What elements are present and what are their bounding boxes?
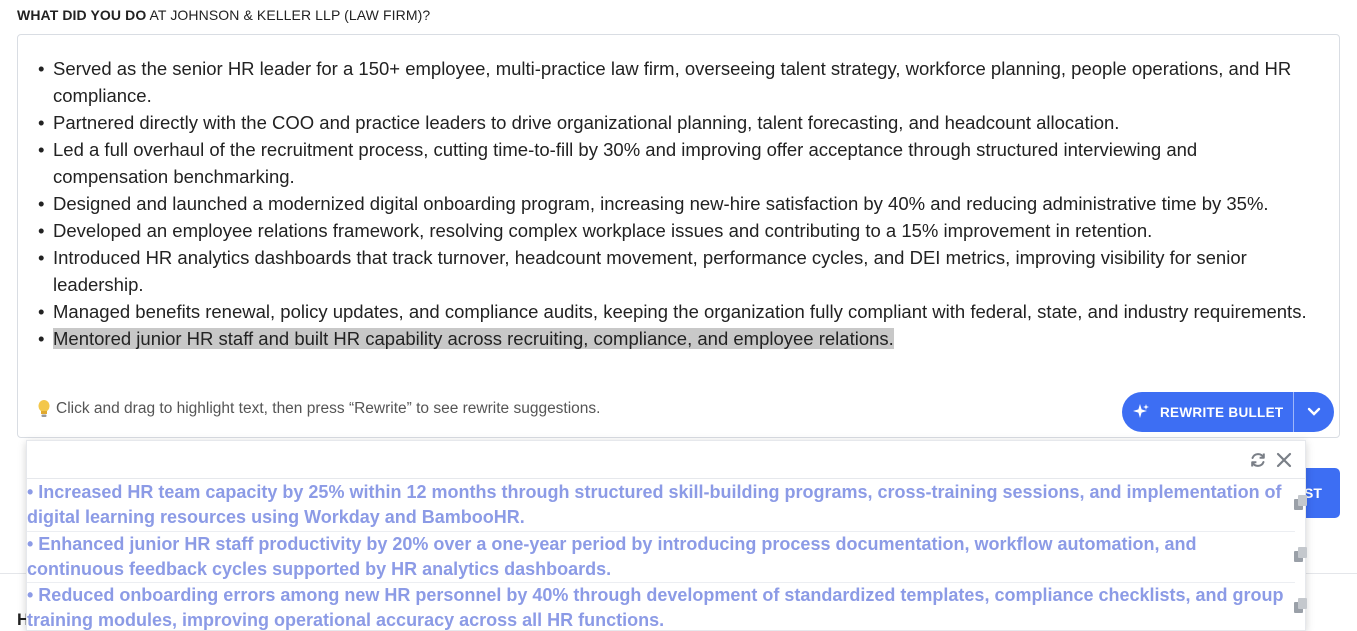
suggestion-text: • Increased HR team capacity by 25% with…	[27, 482, 1282, 527]
close-icon[interactable]	[1275, 451, 1293, 469]
hint-text: Click and drag to highlight text, then p…	[56, 400, 601, 417]
bullet-item[interactable]: Partnered directly with the COO and prac…	[38, 109, 1308, 136]
sparkle-icon	[1133, 404, 1149, 418]
rewrite-dropdown-toggle[interactable]	[1294, 392, 1334, 432]
rewrite-hint: Click and drag to highlight text, then p…	[36, 399, 600, 419]
suggestion-item[interactable]: • Reduced onboarding errors among new HR…	[27, 582, 1307, 631]
bullet-item[interactable]: Led a full overhaul of the recruitment p…	[38, 136, 1308, 190]
bullet-item[interactable]: Designed and launched a modernized digit…	[38, 190, 1308, 217]
suggestion-item[interactable]: • Increased HR team capacity by 25% with…	[27, 480, 1307, 530]
refresh-icon[interactable]	[1249, 451, 1267, 469]
rewrite-suggestions-popup: • Increased HR team capacity by 25% with…	[26, 440, 1307, 631]
bullet-item[interactable]: Introduced HR analytics dashboards that …	[38, 244, 1308, 298]
highlighted-text[interactable]: Mentored junior HR staff and built HR ca…	[53, 328, 894, 349]
bullet-item[interactable]: Developed an employee relations framewor…	[38, 217, 1308, 244]
question-rest: AT JOHNSON & KELLER LLP (LAW FIRM)?	[146, 7, 431, 23]
rewrite-label: REWRITE BULLET	[1160, 404, 1284, 420]
lightbulb-icon	[38, 400, 50, 417]
bullet-item[interactable]: Managed benefits renewal, policy updates…	[38, 298, 1308, 325]
bullet-item-selected[interactable]: Mentored junior HR staff and built HR ca…	[38, 325, 1308, 352]
rewrite-main-action[interactable]: REWRITE BULLET	[1122, 392, 1294, 432]
popup-header	[27, 441, 1305, 479]
suggestion-item[interactable]: • Enhanced junior HR staff productivity …	[27, 531, 1307, 582]
chevron-down-icon	[1307, 407, 1321, 416]
bullet-editor[interactable]: Served as the senior HR leader for a 150…	[17, 34, 1340, 438]
rewrite-bullet-button[interactable]: REWRITE BULLET	[1122, 392, 1334, 432]
question-heading: WHAT DID YOU DO AT JOHNSON & KELLER LLP …	[17, 7, 430, 23]
copy-icon[interactable]	[1293, 546, 1309, 564]
question-bold: WHAT DID YOU DO	[17, 7, 147, 23]
suggestion-text: • Reduced onboarding errors among new HR…	[27, 585, 1284, 630]
suggestion-text: • Enhanced junior HR staff productivity …	[27, 534, 1197, 579]
bullet-item[interactable]: Served as the senior HR leader for a 150…	[38, 55, 1308, 109]
copy-icon[interactable]	[1293, 597, 1309, 615]
bullet-list: Served as the senior HR leader for a 150…	[38, 55, 1308, 352]
copy-icon[interactable]	[1293, 494, 1309, 512]
